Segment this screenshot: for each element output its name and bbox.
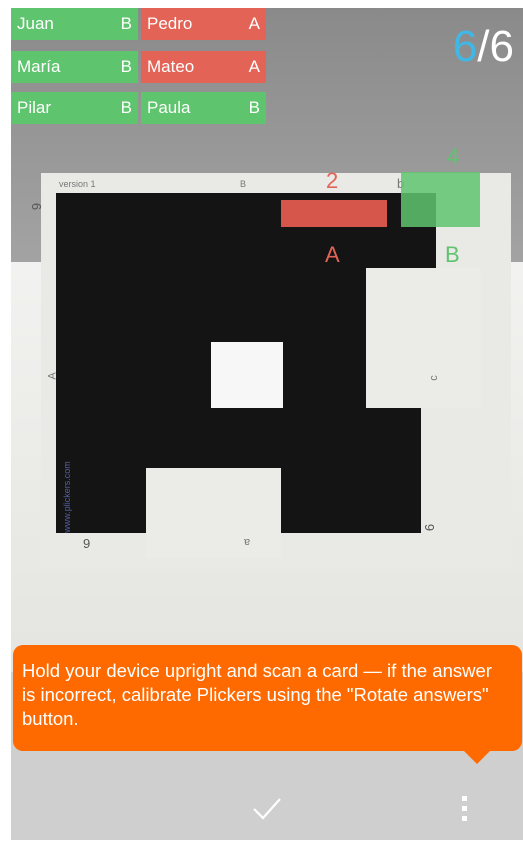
student-answer: B <box>120 57 132 76</box>
student-answer: B <box>120 98 132 117</box>
tooltip-arrow <box>463 750 491 764</box>
scan-counter-current: 6 <box>452 22 478 71</box>
card-right-label: c <box>427 375 440 381</box>
roster-cell[interactable]: Pedro A <box>141 8 266 40</box>
card-number-bottom-right: 6 <box>422 523 438 532</box>
scan-tip-text: Hold your device upright and scan a card… <box>22 660 492 729</box>
answer-a-label: A <box>325 242 340 267</box>
card-number-bottom-left: 9 <box>83 536 91 551</box>
answer-b-count: 4 <box>447 144 460 169</box>
scan-counter: 6/6 <box>453 22 514 72</box>
roster-cell[interactable]: Juan B <box>11 8 138 40</box>
card-number-top-left: 6 <box>29 202 45 211</box>
student-answer: A <box>248 57 260 76</box>
roster-cell[interactable]: Mateo A <box>141 51 266 83</box>
student-name: Mateo <box>147 57 195 76</box>
roster-cell[interactable]: María B <box>11 51 138 83</box>
card-bottom-label: a <box>244 536 251 548</box>
answer-b-label: B <box>445 242 460 267</box>
scan-tip-tooltip[interactable]: Hold your device upright and scan a card… <box>13 645 522 751</box>
student-name: Paula <box>147 98 191 117</box>
card-left-label: A <box>46 372 59 380</box>
roster-cell[interactable]: Pilar B <box>11 92 138 124</box>
student-answer: B <box>248 98 260 117</box>
card-top-label: B <box>240 179 247 189</box>
scanner-screen: version 1 B b 6 A c 9 a 6 www.plickers.c… <box>11 8 523 840</box>
student-name: Pedro <box>147 14 193 33</box>
student-name: Juan <box>17 14 54 33</box>
more-vertical-icon[interactable] <box>457 796 471 828</box>
student-answer: A <box>248 14 260 33</box>
student-name: María <box>17 57 61 76</box>
roster-cell[interactable]: Paula B <box>141 92 266 124</box>
scan-counter-total: /6 <box>477 22 514 71</box>
student-answer: B <box>120 14 132 33</box>
check-icon[interactable] <box>249 790 285 826</box>
answer-a-bar <box>281 200 387 227</box>
card-website: www.plickers.com <box>61 461 72 533</box>
card-version: version 1 <box>59 179 96 189</box>
answer-a-count: 2 <box>326 168 339 193</box>
student-name: Pilar <box>17 98 52 117</box>
answer-b-bar <box>401 172 480 227</box>
